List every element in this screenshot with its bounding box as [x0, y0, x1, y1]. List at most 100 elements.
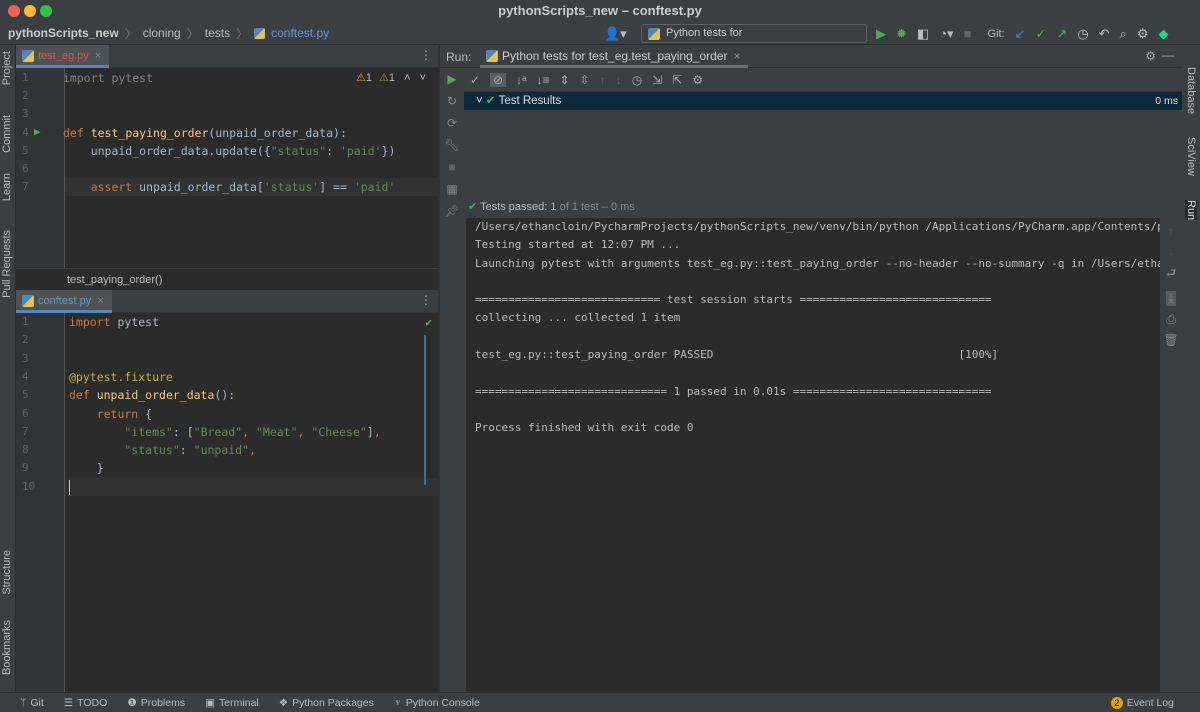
- tool-problems[interactable]: ❶Problems: [127, 697, 185, 709]
- tool-database[interactable]: Database: [1185, 67, 1197, 114]
- sort-duration-icon[interactable]: ↓≡: [537, 73, 550, 87]
- tab-run-python-tests[interactable]: Python tests for test_eg.test_paying_ord…: [480, 45, 748, 68]
- label: Python Packages: [292, 697, 374, 709]
- breadcrumb-tests[interactable]: tests: [205, 26, 230, 40]
- console-output[interactable]: /Users/ethancloin/PycharmProjects/python…: [466, 218, 1160, 692]
- tab-test-eg[interactable]: test_eg.py×: [16, 45, 109, 68]
- breadcrumb-cloning[interactable]: cloning: [143, 26, 181, 40]
- maximize-window-button[interactable]: [40, 5, 52, 17]
- tool-structure[interactable]: Structure: [1, 550, 13, 595]
- tool-terminal[interactable]: ▣Terminal: [205, 697, 259, 709]
- next-test-icon[interactable]: ↓: [616, 73, 622, 87]
- hide-icon[interactable]: —: [1162, 48, 1174, 62]
- stop-icon[interactable]: ■: [448, 160, 455, 174]
- down-arrow-icon[interactable]: ↓: [1168, 244, 1174, 258]
- scroll-to-end-icon[interactable]: ⤓: [1166, 291, 1175, 306]
- user-icon[interactable]: 👤▾: [604, 22, 627, 45]
- rerun-icon[interactable]: ▶: [447, 72, 456, 86]
- tool-bookmarks[interactable]: Bookmarks: [1, 620, 13, 675]
- code-token: ,: [242, 425, 256, 439]
- editor-breadcrumb[interactable]: test_paying_order(): [16, 268, 438, 290]
- line-number: 2: [22, 87, 29, 105]
- history-icon[interactable]: ◷: [1077, 26, 1088, 42]
- console-line: [466, 328, 1160, 346]
- tool-git[interactable]: ᛘGit: [20, 697, 44, 709]
- git-push-icon[interactable]: ↗: [1056, 26, 1067, 42]
- previous-test-icon[interactable]: ↑: [600, 73, 606, 87]
- python-tests-icon: [486, 50, 498, 62]
- run-icon[interactable]: ▶: [876, 26, 886, 42]
- gear-icon[interactable]: ⚙: [1145, 49, 1156, 63]
- run-label: Run:: [446, 50, 471, 64]
- more-options-icon[interactable]: ⋮: [420, 293, 432, 307]
- layout-icon[interactable]: ▦: [446, 182, 457, 196]
- tool-pull-requests[interactable]: Pull Requests: [1, 230, 13, 298]
- tool-python-packages[interactable]: ❖Python Packages: [279, 697, 374, 709]
- rerun-failed-icon[interactable]: ↻: [447, 94, 457, 108]
- stop-icon[interactable]: ■: [964, 26, 972, 41]
- code-editor-conftest[interactable]: ✔ 12345678910import pytest@pytest.fixtur…: [16, 313, 438, 692]
- left-tool-strip: Project Commit Learn Pull Requests Struc…: [0, 45, 16, 692]
- rollback-icon[interactable]: ↶: [1099, 26, 1110, 42]
- tool-sciview[interactable]: SciView: [1185, 137, 1197, 176]
- next-highlight-icon[interactable]: ˅: [420, 72, 426, 84]
- tab-conftest[interactable]: conftest.py×: [16, 290, 112, 313]
- text-cursor: [69, 480, 70, 495]
- run-tool-window: Run: Python tests for test_eg.test_payin…: [440, 45, 1182, 692]
- more-options-icon[interactable]: ⋮: [420, 48, 432, 62]
- coverage-icon[interactable]: ◧: [917, 26, 929, 42]
- soft-wrap-icon[interactable]: ⮐: [1166, 264, 1177, 285]
- run-configuration-select[interactable]: Python tests for test_eg.test_paying_ord…: [641, 24, 867, 43]
- code-token: "items": [69, 425, 173, 439]
- show-passed-icon[interactable]: ✓: [470, 73, 480, 87]
- show-ignored-icon[interactable]: ⊘: [490, 73, 506, 87]
- line-number: 3: [22, 105, 29, 123]
- debug-icon[interactable]: ✹: [896, 26, 907, 42]
- breadcrumb-file[interactable]: conftest.py: [271, 26, 329, 40]
- close-icon[interactable]: ×: [95, 50, 101, 62]
- tool-event-log[interactable]: 2 Event Log: [1111, 697, 1174, 709]
- test-history-icon[interactable]: ◷: [632, 73, 642, 87]
- inspection-widget[interactable]: ⚠1 ⚠1 ˄ ˅: [356, 71, 426, 84]
- check-icon: ✔: [468, 201, 477, 213]
- tool-learn[interactable]: Learn: [1, 173, 13, 201]
- tool-run[interactable]: Run: [1185, 200, 1197, 220]
- breadcrumb-project[interactable]: pythonScripts_new: [8, 26, 119, 40]
- git-update-icon[interactable]: ↙: [1015, 26, 1026, 42]
- passed-label: Tests passed:: [480, 201, 547, 213]
- change-marker: [424, 335, 426, 485]
- export-tests-icon[interactable]: ⇱: [672, 73, 682, 87]
- close-icon[interactable]: ×: [97, 295, 103, 307]
- run-gutter-icon[interactable]: ▶: [34, 125, 41, 138]
- expand-all-icon[interactable]: ⇕: [560, 73, 570, 87]
- list-icon: ☰: [64, 697, 73, 709]
- collapse-all-icon[interactable]: ⇳: [580, 73, 590, 87]
- line-number: 1: [22, 69, 29, 87]
- label: Python Console: [406, 697, 480, 709]
- tool-todo[interactable]: ☰TODO: [64, 697, 108, 709]
- search-icon[interactable]: ⌕: [1120, 26, 1127, 42]
- pin-icon[interactable]: 📌︎: [444, 204, 459, 218]
- minimize-window-button[interactable]: [24, 5, 36, 17]
- code-editor-test-eg[interactable]: ⚠1 ⚠1 ˄ ˅ ▶ 1234567import pytestdef test…: [16, 68, 438, 268]
- close-window-button[interactable]: [8, 5, 20, 17]
- toggle-auto-test-icon[interactable]: ⟳: [447, 116, 457, 130]
- tool-commit[interactable]: Commit: [1, 115, 13, 153]
- tool-project[interactable]: Project: [1, 51, 13, 85]
- settings-icon[interactable]: ⚙: [692, 73, 703, 87]
- gear-icon[interactable]: ⚙: [1137, 26, 1149, 42]
- profile-icon[interactable]: ◔▾: [939, 26, 953, 42]
- wrench-icon[interactable]: 🔧︎: [444, 138, 459, 152]
- git-commit-icon[interactable]: ✓: [1035, 26, 1046, 42]
- close-icon[interactable]: ×: [733, 49, 740, 63]
- print-icon[interactable]: ⎙: [1166, 312, 1176, 327]
- previous-highlight-icon[interactable]: ˄: [404, 72, 410, 84]
- up-arrow-icon[interactable]: ↑: [1168, 224, 1174, 238]
- sort-alpha-icon[interactable]: ↓ᵃ: [516, 73, 526, 87]
- tool-python-console[interactable]: ♆Python Console: [394, 697, 480, 709]
- trash-icon[interactable]: 🗑︎: [1163, 333, 1178, 347]
- code-token: ,: [374, 425, 381, 439]
- import-tests-icon[interactable]: ⇲: [652, 73, 662, 87]
- code-token: :: [180, 443, 194, 457]
- test-results-node[interactable]: ˅ ✔ Test Results 0 ms: [464, 92, 1182, 110]
